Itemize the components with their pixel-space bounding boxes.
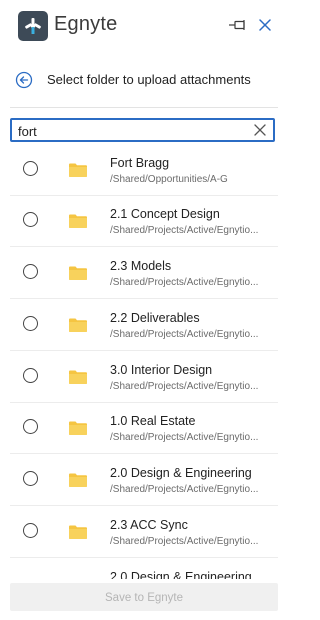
- folder-icon: [69, 370, 87, 384]
- radio-button[interactable]: [23, 523, 38, 538]
- folder-icon: [69, 318, 87, 332]
- divider: [10, 107, 278, 108]
- folder-path: /Shared/Projects/Active/Egnytio...: [110, 484, 259, 495]
- close-icon[interactable]: [255, 15, 275, 35]
- radio-button[interactable]: [23, 368, 38, 383]
- row-divider: [10, 505, 278, 506]
- folder-row[interactable]: 3.0 Interior Design /Shared/Projects/Act…: [0, 352, 282, 403]
- folder-name: Fort Bragg: [110, 156, 170, 170]
- folder-row[interactable]: 2.3 ACC Sync /Shared/Projects/Active/Egn…: [0, 507, 282, 558]
- folder-name: 2.1 Concept Design: [110, 207, 220, 221]
- row-divider: [10, 557, 278, 558]
- egnyte-panel: Egnyte Select folder to upload attachmen…: [0, 0, 282, 620]
- folder-icon: [69, 421, 87, 435]
- subheader-title: Select folder to upload attachments: [47, 72, 251, 87]
- folder-icon: [69, 214, 87, 228]
- save-to-egnyte-button[interactable]: Save to Egnyte: [10, 583, 278, 611]
- back-arrow-icon[interactable]: [15, 71, 33, 89]
- folder-icon: [69, 266, 87, 280]
- row-divider: [10, 298, 278, 299]
- radio-button[interactable]: [23, 471, 38, 486]
- folder-list: Fort Bragg /Shared/Opportunities/A-G 2.1…: [0, 145, 282, 579]
- radio-button[interactable]: [23, 212, 38, 227]
- folder-row[interactable]: Fort Bragg /Shared/Opportunities/A-G: [0, 145, 282, 196]
- folder-row[interactable]: 2.0 Design & Engineering /Shared/Project…: [0, 455, 282, 506]
- radio-button[interactable]: [23, 161, 38, 176]
- folder-path: /Shared/Projects/Active/Egnytio...: [110, 225, 259, 236]
- radio-button[interactable]: [23, 316, 38, 331]
- search-input[interactable]: [18, 122, 248, 140]
- search-box: [10, 118, 275, 142]
- row-divider: [10, 453, 278, 454]
- pin-icon[interactable]: [227, 16, 249, 34]
- folder-path: /Shared/Projects/Active/Egnytio...: [110, 329, 259, 340]
- folder-icon: [69, 473, 87, 487]
- app-title: Egnyte: [54, 13, 118, 35]
- row-divider: [10, 350, 278, 351]
- folder-icon: [69, 525, 87, 539]
- folder-name: 2.0 Design & Engineering: [110, 570, 252, 579]
- folder-path: /Shared/Projects/Active/Egnytio...: [110, 536, 259, 547]
- folder-row[interactable]: 2.3 Models /Shared/Projects/Active/Egnyt…: [0, 248, 282, 299]
- folder-path: /Shared/Projects/Active/Egnytio...: [110, 381, 259, 392]
- folder-row[interactable]: 2.1 Concept Design /Shared/Projects/Acti…: [0, 196, 282, 247]
- row-divider: [10, 246, 278, 247]
- folder-path: /Shared/Projects/Active/Egnytio...: [110, 432, 259, 443]
- subheader: Select folder to upload attachments: [0, 62, 282, 98]
- folder-path: /Shared/Opportunities/A-G: [110, 174, 228, 185]
- radio-button[interactable]: [23, 419, 38, 434]
- folder-name: 2.3 ACC Sync: [110, 518, 188, 532]
- folder-name: 3.0 Interior Design: [110, 363, 213, 377]
- clear-icon[interactable]: [253, 123, 267, 137]
- folder-path: /Shared/Projects/Active/Egnytio...: [110, 277, 259, 288]
- folder-name: 2.2 Deliverables: [110, 311, 200, 325]
- folder-name: 1.0 Real Estate: [110, 414, 196, 428]
- folder-name: 2.0 Design & Engineering: [110, 466, 252, 480]
- egnyte-logo-icon: [18, 11, 48, 41]
- folder-row[interactable]: 2.2 Deliverables /Shared/Projects/Active…: [0, 300, 282, 351]
- folder-name: 2.3 Models: [110, 259, 172, 273]
- radio-button[interactable]: [23, 264, 38, 279]
- folder-row-partial[interactable]: 2.0 Design & Engineering: [0, 561, 282, 579]
- folder-row[interactable]: 1.0 Real Estate /Shared/Projects/Active/…: [0, 403, 282, 454]
- folder-icon: [69, 163, 87, 177]
- header: Egnyte: [0, 0, 282, 50]
